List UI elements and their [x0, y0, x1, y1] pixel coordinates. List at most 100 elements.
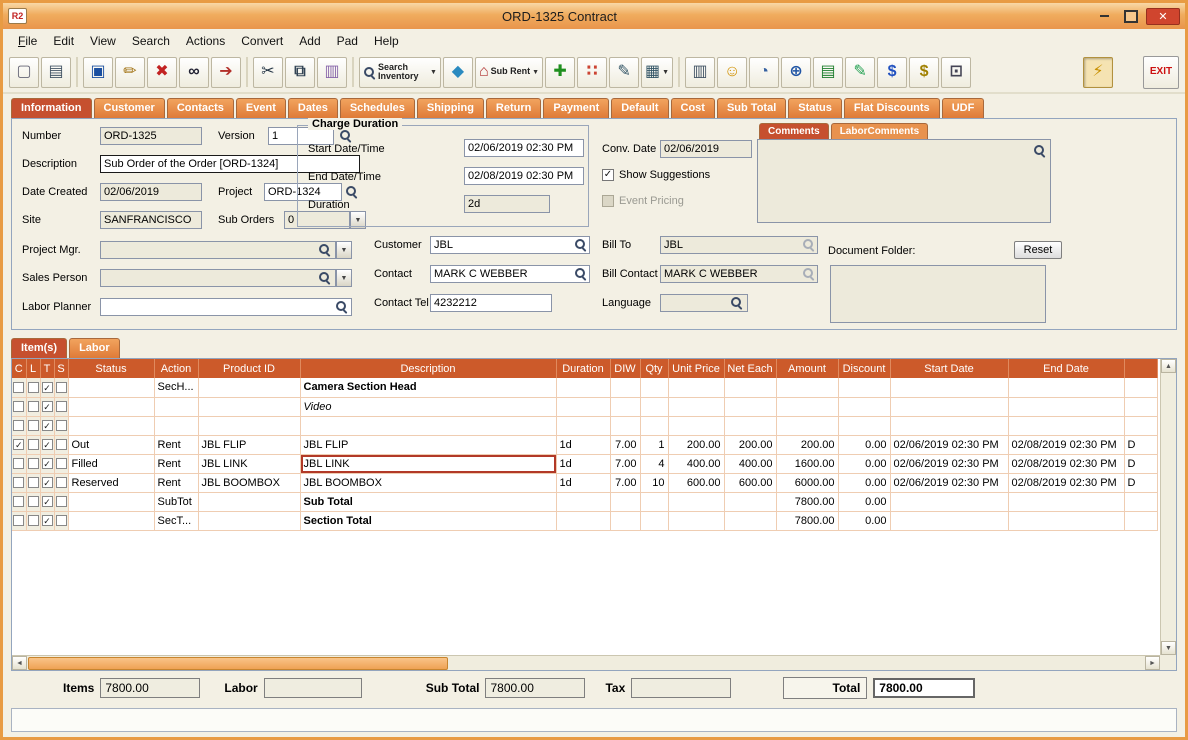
cell-start_date[interactable] — [890, 397, 1008, 416]
row-checkbox-s[interactable] — [56, 439, 67, 450]
row-checkbox-t[interactable]: ✓ — [42, 515, 53, 526]
items-tab-item-s[interactable]: Item(s) — [11, 338, 67, 358]
row-checkbox-s[interactable] — [56, 458, 67, 469]
cell-overflow[interactable] — [1124, 416, 1157, 435]
cell-status[interactable] — [68, 397, 154, 416]
labor-planner-field[interactable] — [100, 298, 352, 316]
cell-status[interactable] — [68, 492, 154, 511]
cell-amount[interactable]: 1600.00 — [776, 454, 838, 473]
cell-discount[interactable] — [838, 397, 890, 416]
cell-end_date[interactable]: 02/08/2019 02:30 PM — [1008, 473, 1124, 492]
cell-end_date[interactable] — [1008, 492, 1124, 511]
cell-qty[interactable]: 4 — [640, 454, 668, 473]
cell-net_each[interactable] — [724, 416, 776, 435]
sales-person-search-icon[interactable] — [318, 271, 331, 284]
cell-unit_price[interactable]: 200.00 — [668, 435, 724, 454]
cell-qty[interactable] — [640, 511, 668, 530]
cell-discount[interactable] — [838, 378, 890, 397]
cell-product_id[interactable] — [198, 416, 300, 435]
cell-diw[interactable]: 7.00 — [610, 454, 640, 473]
scroll-right-arrow-icon[interactable]: ► — [1145, 656, 1160, 670]
cell-discount[interactable]: 0.00 — [838, 454, 890, 473]
tab-payment[interactable]: Payment — [543, 98, 609, 118]
cell-qty[interactable] — [640, 492, 668, 511]
cell-net_each[interactable]: 600.00 — [724, 473, 776, 492]
cell-product_id[interactable]: JBL FLIP — [198, 435, 300, 454]
titlebar[interactable]: R2 ORD-1325 Contract ✕ — [3, 3, 1185, 29]
tab-schedules[interactable]: Schedules — [340, 98, 415, 118]
copy-button[interactable]: ⧉ — [285, 57, 315, 88]
cell-unit_price[interactable] — [668, 416, 724, 435]
cell-duration[interactable] — [556, 416, 610, 435]
menu-add[interactable]: Add — [292, 32, 327, 50]
cell-overflow[interactable] — [1124, 397, 1157, 416]
end-datetime-field[interactable] — [464, 167, 584, 185]
cell-action[interactable]: Rent — [154, 473, 198, 492]
cell-net_each[interactable] — [724, 492, 776, 511]
column-header-l[interactable]: L — [26, 359, 40, 378]
comments-tab-laborcomments[interactable]: LaborComments — [831, 123, 928, 139]
cell-duration[interactable] — [556, 397, 610, 416]
comments-textarea[interactable] — [757, 139, 1051, 223]
cell-end_date[interactable] — [1008, 511, 1124, 530]
tab-default[interactable]: Default — [611, 98, 668, 118]
reports-books-button[interactable]: ▤ — [813, 57, 843, 88]
item-row[interactable]: ✓SecT...Section Total7800.000.00 — [12, 511, 1157, 530]
cell-start_date[interactable]: 02/06/2019 02:30 PM — [890, 454, 1008, 473]
contact-field[interactable] — [430, 265, 590, 283]
cell-action[interactable] — [154, 416, 198, 435]
row-checkbox-c[interactable] — [13, 401, 24, 412]
item-row[interactable]: ✓Video — [12, 397, 1157, 416]
row-checkbox-s[interactable] — [56, 496, 67, 507]
project-mgr-dropdown-icon[interactable]: ▼ — [336, 241, 352, 259]
cell-action[interactable]: SubTot — [154, 492, 198, 511]
availability-circles-button[interactable]: ∷ — [577, 57, 607, 88]
cell-product_id[interactable] — [198, 511, 300, 530]
paste-button[interactable]: ▥ — [317, 57, 347, 88]
cell-amount[interactable] — [776, 378, 838, 397]
row-checkbox-c[interactable] — [13, 420, 24, 431]
row-checkbox-t[interactable]: ✓ — [42, 458, 53, 469]
maximize-button[interactable] — [1119, 8, 1143, 25]
contact-tel-field[interactable] — [430, 294, 552, 312]
cell-product_id[interactable] — [198, 378, 300, 397]
row-checkbox-l[interactable] — [28, 420, 39, 431]
add-item-button[interactable]: ✚ — [545, 57, 575, 88]
tab-return[interactable]: Return — [486, 98, 541, 118]
cell-amount[interactable]: 7800.00 — [776, 511, 838, 530]
cell-net_each[interactable]: 200.00 — [724, 435, 776, 454]
search-inventory-button[interactable]: Search Inventory▼ — [359, 57, 441, 88]
history-clock-button[interactable]: ◔ — [749, 57, 779, 88]
cell-status[interactable]: Reserved — [68, 473, 154, 492]
cell-start_date[interactable] — [890, 416, 1008, 435]
row-checkbox-l[interactable] — [28, 496, 39, 507]
billing-computer-button[interactable]: ⊡ — [941, 57, 971, 88]
row-checkbox-s[interactable] — [56, 401, 67, 412]
sales-person-dropdown-icon[interactable]: ▼ — [336, 269, 352, 287]
tab-customer[interactable]: Customer — [94, 98, 165, 118]
cell-qty[interactable]: 1 — [640, 435, 668, 454]
row-checkbox-l[interactable] — [28, 382, 39, 393]
cell-duration[interactable] — [556, 492, 610, 511]
row-checkbox-c[interactable] — [13, 382, 24, 393]
sub-total-field[interactable] — [485, 678, 585, 698]
grid-view-button[interactable]: ▦▼ — [641, 57, 673, 88]
project-mgr-field[interactable] — [100, 241, 336, 259]
cell-unit_price[interactable] — [668, 511, 724, 530]
export-button[interactable]: ➔ — [211, 57, 241, 88]
currency-dollar-button[interactable]: $ — [877, 57, 907, 88]
row-checkbox-s[interactable] — [56, 515, 67, 526]
cell-status[interactable] — [68, 511, 154, 530]
cell-diw[interactable] — [610, 397, 640, 416]
comments-tab-comments[interactable]: Comments — [759, 123, 829, 139]
cell-product_id[interactable] — [198, 397, 300, 416]
cell-unit_price[interactable]: 600.00 — [668, 473, 724, 492]
tab-dates[interactable]: Dates — [288, 98, 338, 118]
row-checkbox-c[interactable] — [13, 515, 24, 526]
tab-flat-discounts[interactable]: Flat Discounts — [844, 98, 940, 118]
row-checkbox-t[interactable]: ✓ — [42, 496, 53, 507]
row-checkbox-t[interactable]: ✓ — [42, 477, 53, 488]
row-checkbox-t[interactable]: ✓ — [42, 420, 53, 431]
cell-product_id[interactable]: JBL LINK — [198, 454, 300, 473]
row-checkbox-s[interactable] — [56, 477, 67, 488]
